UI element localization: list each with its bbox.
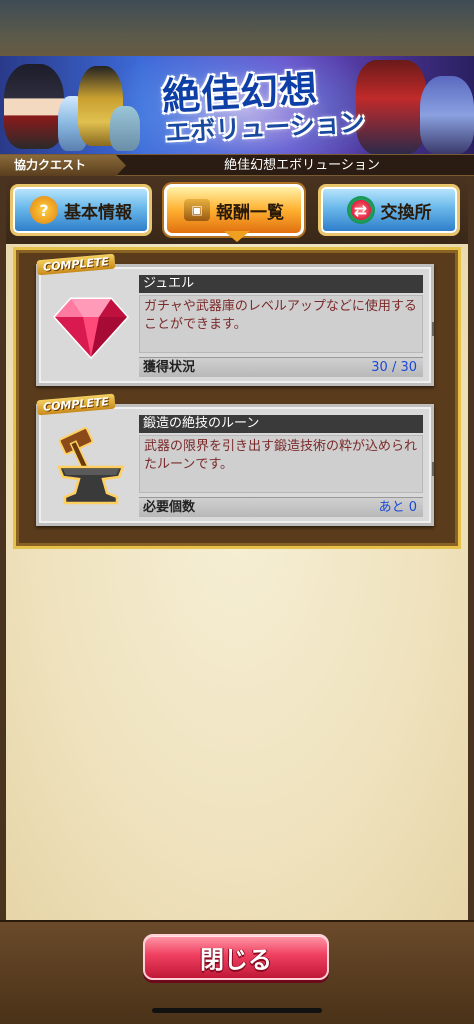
tab-rewards[interactable]: ▣ 報酬一覧 <box>164 184 304 236</box>
close-button[interactable]: 閉じる <box>143 934 329 980</box>
exchange-icon: ⇄ <box>346 196 375 224</box>
reward-card: COMPLETE ジュエル ガチャや武器庫のレベルアップなどに使用することができ… <box>36 253 434 386</box>
tab-label: 交換所 <box>380 202 432 223</box>
jewel-icon <box>49 277 133 377</box>
banner-character <box>4 64 64 149</box>
banner-character <box>420 76 474 154</box>
question-icon: ? <box>30 196 58 224</box>
tab-basic-info[interactable]: ? 基本情報 <box>10 184 152 236</box>
right-frame-strip <box>468 176 474 920</box>
tab-exchange[interactable]: ⇄ 交換所 <box>318 184 460 236</box>
item-name: ジュエル <box>139 275 423 293</box>
card-edge-marker <box>432 322 438 336</box>
item-status: 必要個数 あと 0 <box>139 497 423 517</box>
status-label: 必要個数 <box>143 500 196 515</box>
item-status: 獲得状況 30 / 30 <box>139 357 423 377</box>
top-background <box>0 0 474 60</box>
active-tab-pointer <box>224 231 250 242</box>
item-description: ガチャや武器庫のレベルアップなどに使用することができます。 <box>139 295 423 353</box>
status-value: あと 0 <box>378 500 417 515</box>
status-label: 獲得状況 <box>143 360 196 375</box>
treasure-chest-icon: ▣ <box>184 199 210 221</box>
quest-type-tag: 協力クエスト <box>0 155 126 176</box>
banner-character <box>356 60 426 154</box>
reward-card: COMPLETE 鍛造の絶技のルーン 武器の限界を引き出す鍛造技術の粋が込められ… <box>36 393 434 526</box>
anvil-rune-icon <box>49 417 133 517</box>
item-description: 武器の限界を引き出す鍛造技術の粋が込められたルーンです。 <box>139 435 423 493</box>
status-value: 30 / 30 <box>371 360 417 375</box>
card-edge-marker <box>432 462 438 476</box>
tab-label: 報酬一覧 <box>216 202 284 223</box>
quest-name: 絶佳幻想エボリューション <box>224 158 380 173</box>
home-indicator[interactable] <box>152 1008 322 1013</box>
quest-header: 協力クエスト 絶佳幻想エボリューション <box>0 154 474 176</box>
item-name: 鍛造の絶技のルーン <box>139 415 423 433</box>
tab-label: 基本情報 <box>64 202 132 223</box>
